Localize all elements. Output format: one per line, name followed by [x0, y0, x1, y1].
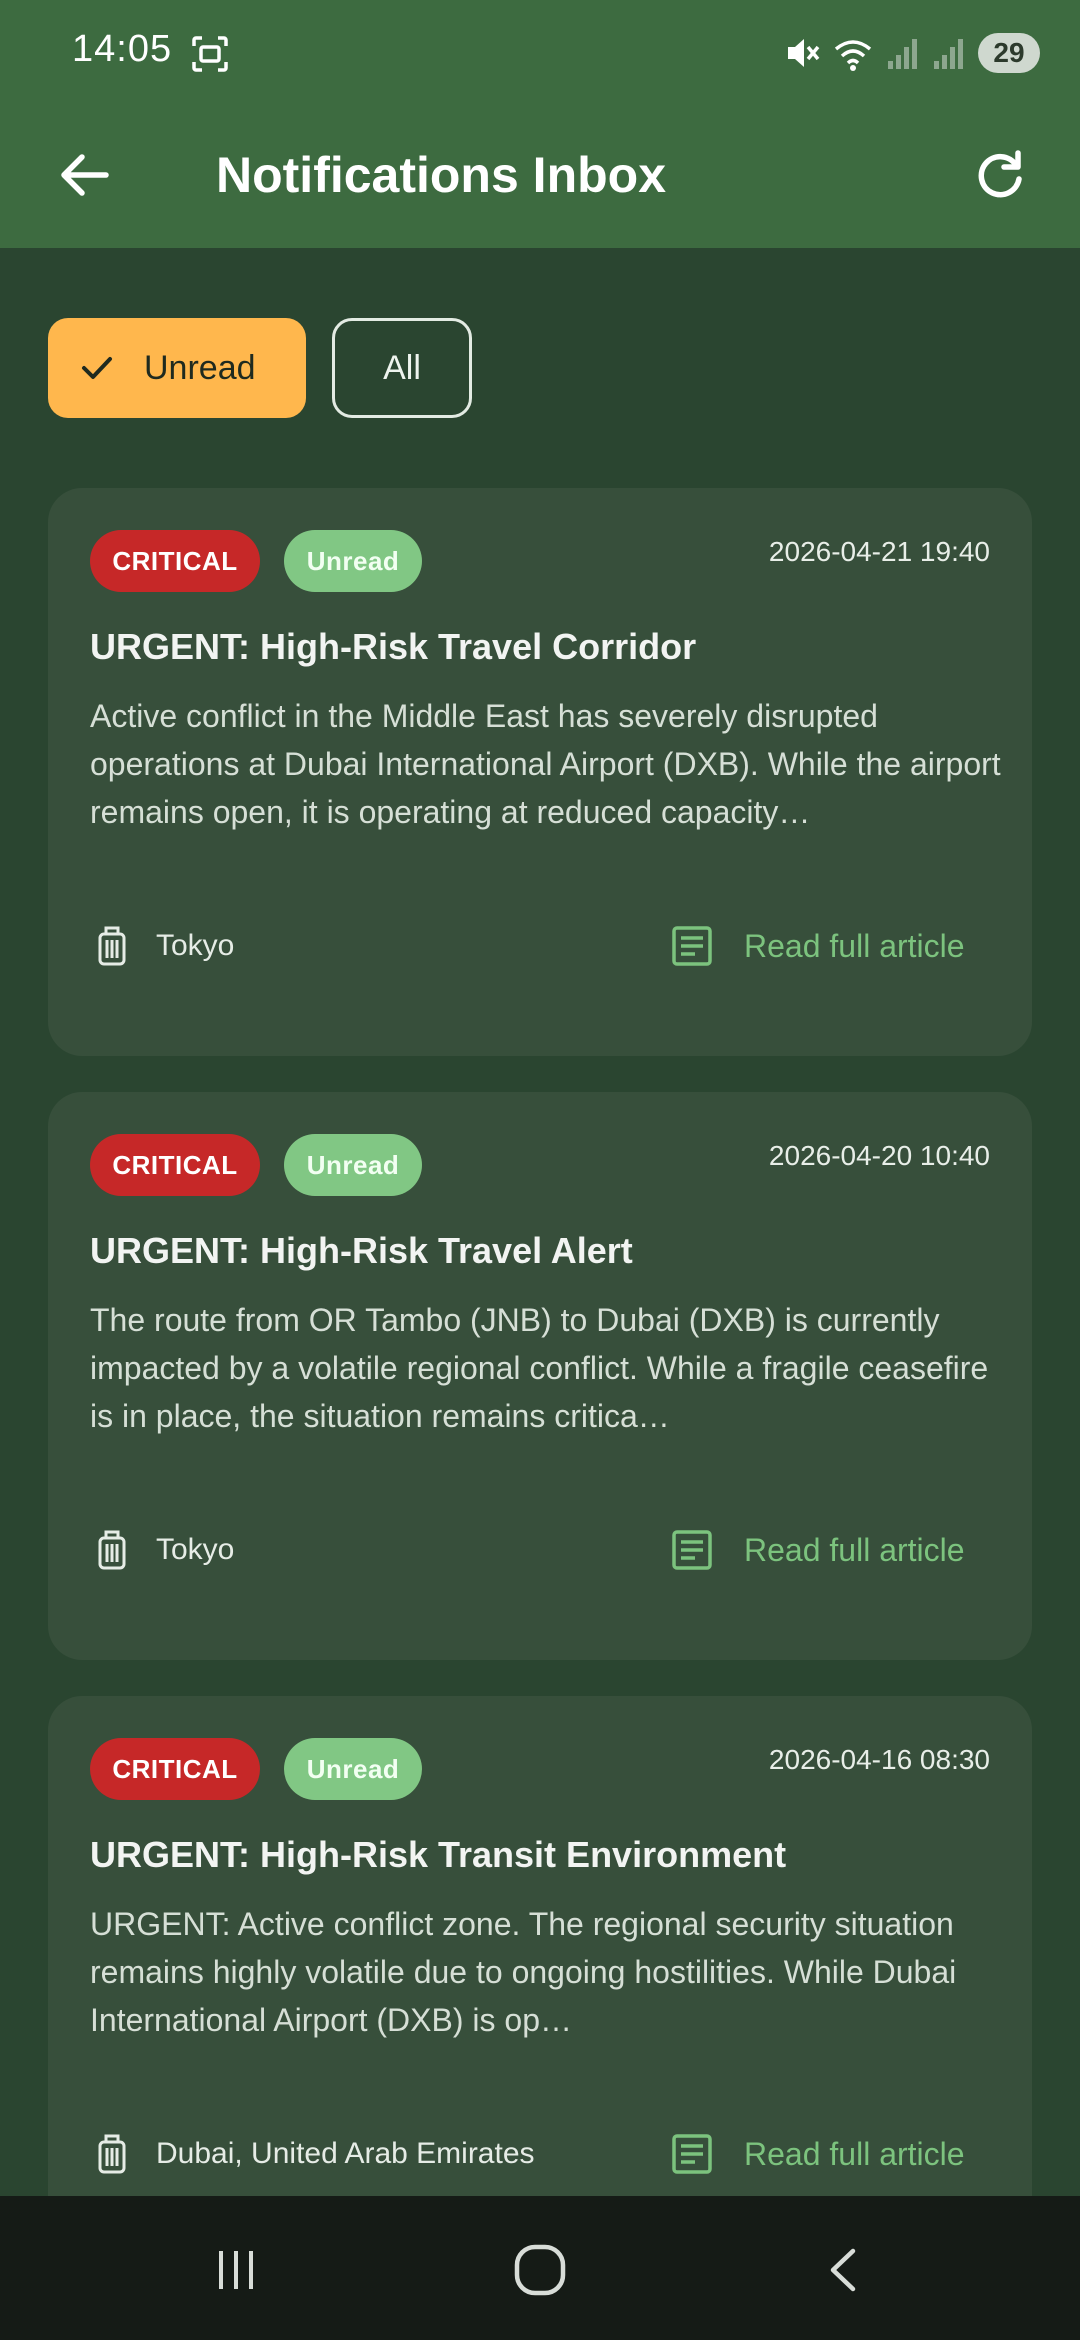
notification-date: 2026-04-16 08:30: [768, 1744, 990, 1775]
nav-back-button[interactable]: [804, 2230, 884, 2310]
wifi-icon: [834, 40, 872, 71]
status-time: 14:05: [72, 28, 173, 70]
article-icon: [672, 2134, 712, 2174]
refresh-icon: [978, 150, 1022, 198]
unread-badge: Unread: [284, 1738, 422, 1800]
severity-badge: CRITICAL: [90, 1134, 260, 1196]
arrow-left-icon: [61, 154, 109, 196]
filter-all-label: All: [383, 348, 421, 387]
filter-all-chip[interactable]: All: [332, 318, 472, 418]
location-text: Tokyo: [156, 1533, 235, 1566]
system-navigation-bar: [0, 2196, 1080, 2340]
recent-apps-button[interactable]: [196, 2230, 276, 2310]
unread-badge: Unread: [284, 1134, 422, 1196]
read-full-article-link[interactable]: Read full article: [670, 1520, 965, 1580]
filter-chips: Unread All: [48, 318, 472, 418]
toolbar: Notifications Inbox: [0, 105, 1080, 248]
app-bar: 14:05 29 Notifications Inbox: [0, 0, 1080, 248]
signal-icon-2: [934, 39, 963, 69]
status-bar: 14:05 29: [0, 0, 1080, 105]
notification-card[interactable]: CRITICAL Unread 2026-04-21 19:40 URGENT:…: [48, 488, 1032, 1056]
notification-date: 2026-04-21 19:40: [768, 536, 990, 567]
location-text: Dubai, United Arab Emirates: [156, 2137, 535, 2170]
notification-date: 2026-04-20 10:40: [768, 1140, 990, 1171]
article-icon: [672, 926, 712, 966]
read-full-article-label: Read full article: [744, 2135, 965, 2172]
back-button[interactable]: [44, 135, 124, 215]
luggage-icon: [98, 2134, 126, 2174]
read-full-article-link[interactable]: Read full article: [670, 916, 965, 976]
signal-icon: [888, 39, 917, 69]
notification-card[interactable]: CRITICAL Unread 2026-04-16 08:30 URGENT:…: [48, 1696, 1032, 2264]
notification-body: URGENT: Active conflict zone. The region…: [90, 1906, 957, 2038]
recent-apps-icon: [219, 2251, 253, 2289]
battery-indicator: 29: [978, 33, 1040, 73]
location: Tokyo: [90, 1520, 234, 1580]
status-icons: 29: [784, 30, 1040, 76]
check-icon: [82, 357, 112, 379]
notification-title: URGENT: High-Risk Travel Alert: [90, 1230, 633, 1271]
notification-card[interactable]: CRITICAL Unread 2026-04-20 10:40 URGENT:…: [48, 1092, 1032, 1660]
notification-title: URGENT: High-Risk Transit Environment: [90, 1834, 787, 1875]
read-full-article-link[interactable]: Read full article: [670, 2124, 965, 2184]
mute-icon: [788, 39, 820, 67]
luggage-icon: [98, 1530, 126, 1570]
chevron-left-icon: [830, 2248, 856, 2292]
location-text: Tokyo: [156, 929, 235, 962]
home-button[interactable]: [500, 2230, 580, 2310]
card-footer: Dubai, United Arab Emirates Read full ar…: [90, 2124, 990, 2184]
page-title: Notifications Inbox: [216, 147, 666, 203]
luggage-icon: [98, 926, 126, 966]
location: Tokyo: [90, 916, 234, 976]
refresh-button[interactable]: [960, 135, 1040, 215]
notification-title: URGENT: High-Risk Travel Corridor: [90, 626, 697, 667]
card-footer: Tokyo Read full article: [90, 916, 990, 976]
unread-badge: Unread: [284, 530, 422, 592]
read-full-article-label: Read full article: [744, 1531, 965, 1568]
read-full-article-label: Read full article: [744, 927, 965, 964]
article-icon: [672, 1530, 712, 1570]
screenshot-icon: [192, 36, 228, 72]
filter-unread-label: Unread: [144, 348, 256, 387]
notification-body: Active conflict in the Middle East has s…: [90, 698, 1001, 830]
severity-badge: CRITICAL: [90, 530, 260, 592]
notification-body: The route from OR Tambo (JNB) to Dubai (…: [90, 1302, 989, 1434]
home-icon: [514, 2244, 566, 2296]
filter-unread-chip[interactable]: Unread: [48, 318, 306, 418]
location: Dubai, United Arab Emirates: [90, 2124, 535, 2184]
severity-badge: CRITICAL: [90, 1738, 260, 1800]
card-footer: Tokyo Read full article: [90, 1520, 990, 1580]
